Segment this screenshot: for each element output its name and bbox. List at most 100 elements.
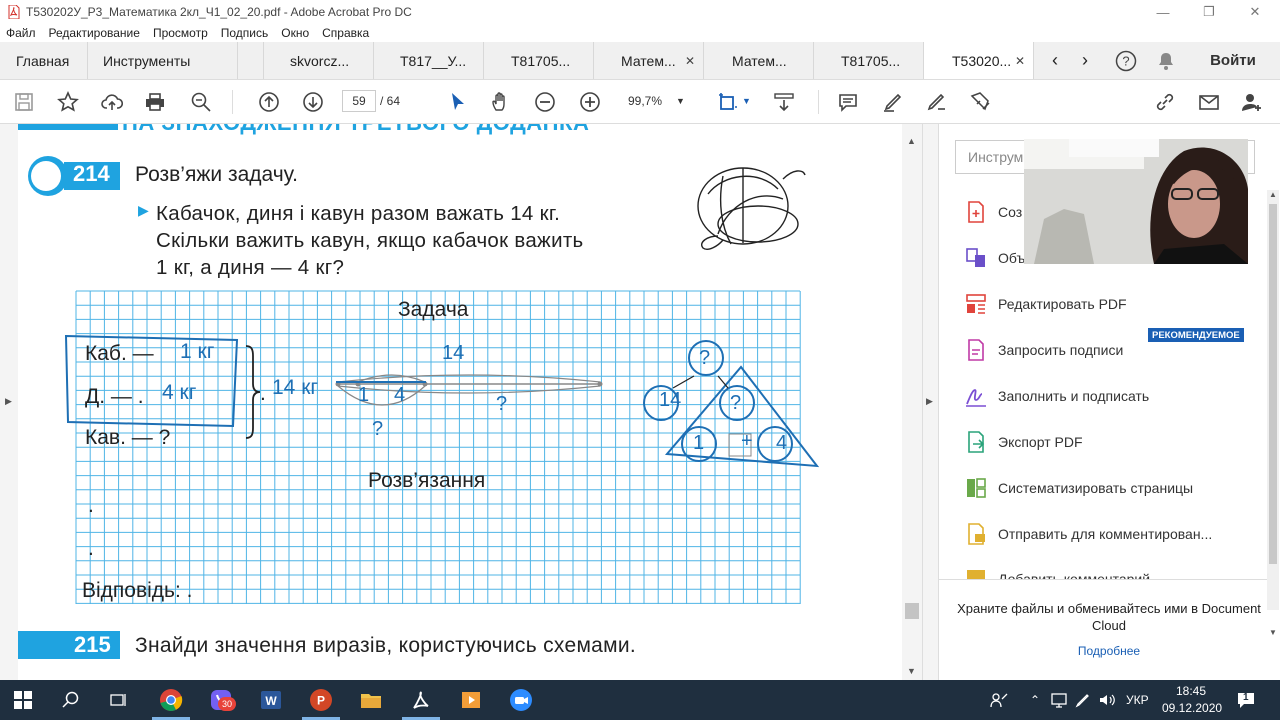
triangle-4: 4	[776, 432, 788, 454]
task-view-icon[interactable]	[104, 685, 134, 715]
menu-window[interactable]: Окно	[281, 26, 309, 40]
windows-start-icon[interactable]	[8, 685, 38, 715]
tab-scroll: ‹ ›	[1034, 42, 1106, 79]
tool-edit-pdf[interactable]: Редактировать PDF	[964, 291, 1127, 317]
tool-organize-pages[interactable]: Систематизировать страницы	[964, 475, 1193, 501]
file-explorer-icon[interactable]	[356, 685, 386, 715]
minimize-button[interactable]: —	[1140, 0, 1186, 24]
hand-icon[interactable]	[487, 88, 515, 116]
solution-line-1: .	[88, 494, 94, 517]
scroll-down-icon[interactable]: ▼	[907, 666, 916, 676]
panel-scrollbar-thumb[interactable]	[1269, 204, 1277, 564]
close-tab-icon[interactable]: ✕	[1015, 54, 1025, 68]
mail-icon[interactable]	[1195, 88, 1223, 116]
zoom-search-icon[interactable]	[187, 88, 215, 116]
tool-combine[interactable]: Объ	[964, 245, 1025, 271]
draw-icon[interactable]	[922, 88, 950, 116]
menu-edit[interactable]: Редактирование	[49, 26, 140, 40]
segment-4: 4	[394, 384, 406, 406]
zoom-in-icon[interactable]	[576, 88, 604, 116]
print-icon[interactable]	[141, 88, 169, 116]
panel-scroll-up-icon[interactable]: ▲	[1269, 190, 1277, 199]
tab-doc-1[interactable]: skvorcz...	[264, 42, 374, 79]
fit-dropdown-icon[interactable]: ▼	[742, 96, 751, 106]
menu-file[interactable]: Файл	[6, 26, 36, 40]
panel-scrollbar[interactable]: ▲ ▼	[1267, 190, 1279, 637]
panel-divider	[939, 579, 1267, 580]
combine-icon	[966, 248, 985, 267]
zoom-out-icon[interactable]	[531, 88, 559, 116]
expand-left-icon[interactable]: ▶	[5, 396, 12, 407]
upload-cloud-icon[interactable]	[98, 88, 126, 116]
clock-date[interactable]: 09.12.2020	[1162, 701, 1222, 715]
fit-page-icon[interactable]	[714, 88, 742, 116]
add-user-icon[interactable]	[1238, 88, 1266, 116]
word-icon[interactable]: W	[256, 685, 286, 715]
fill-sign-tool-icon[interactable]	[966, 88, 994, 116]
close-tab-icon[interactable]: ✕	[685, 54, 695, 68]
menu-sign[interactable]: Подпись	[221, 26, 269, 40]
page-up-icon[interactable]	[255, 88, 283, 116]
select-cursor-icon[interactable]	[443, 88, 471, 116]
chevron-right-icon[interactable]: ›	[1082, 50, 1088, 71]
restore-button[interactable]: ❐	[1186, 0, 1232, 24]
close-window-button[interactable]: ✕	[1232, 0, 1278, 24]
clock-time[interactable]: 18:45	[1176, 684, 1206, 698]
scroll-mode-icon[interactable]	[770, 88, 798, 116]
tab-doc-6[interactable]: T81705...	[814, 42, 924, 79]
tab-doc-7[interactable]: T53020... ✕	[924, 42, 1034, 79]
task-number-214: 214	[73, 161, 110, 186]
left-collapse-bar[interactable]: ▶	[0, 124, 18, 680]
tab-doc-2[interactable]: T817__У...	[374, 42, 484, 79]
toolbar-divider	[818, 90, 819, 114]
right-collapse-bar[interactable]: ▶	[922, 124, 938, 680]
vertical-scrollbar[interactable]: ▲ ▼	[902, 124, 922, 680]
zoom-select[interactable]: 99,7% ▼	[618, 90, 694, 112]
powerpoint-icon[interactable]: P	[306, 685, 336, 715]
tool-request-signatures[interactable]: Запросить подписи	[964, 337, 1123, 363]
menu-view[interactable]: Просмотр	[153, 26, 208, 40]
tab-home[interactable]: Главная	[0, 42, 88, 79]
learn-more-link[interactable]: Подробнее	[951, 644, 1267, 658]
acrobat-taskbar-icon[interactable]	[406, 685, 436, 715]
bullet-icon: ▶	[138, 202, 149, 218]
cloud-promo-text: Храните файлы и обменивайтесь ими в Docu…	[957, 601, 1261, 633]
segment-q1: ?	[372, 418, 384, 440]
bell-icon[interactable]	[1146, 42, 1186, 79]
tab-doc-5[interactable]: Матем...	[704, 42, 814, 79]
tool-export-pdf[interactable]: Экспорт PDF	[964, 429, 1083, 455]
pdf-page: НА ЗНАХОДЖЕННЯ ТРЕТЬОГО ДОДАНКА 214 Розв…	[18, 124, 902, 680]
link-icon[interactable]	[1151, 88, 1179, 116]
page-header: НА ЗНАХОДЖЕННЯ ТРЕТЬОГО ДОДАНКА	[122, 124, 589, 134]
tool-send-for-comments[interactable]: Отправить для комментирован...	[964, 521, 1212, 547]
save-icon[interactable]	[10, 88, 38, 116]
chrome-icon[interactable]	[156, 685, 186, 715]
panel-scroll-down-icon[interactable]: ▼	[1269, 628, 1277, 637]
tool-add-comment[interactable]: Добавить комментарий	[964, 566, 1150, 579]
search-icon[interactable]	[56, 685, 86, 715]
expand-right-icon[interactable]: ▶	[926, 396, 933, 407]
comment-icon[interactable]	[834, 88, 862, 116]
language-indicator[interactable]: УКР	[1126, 693, 1149, 707]
tab-doc-4[interactable]: Матем... ✕	[594, 42, 704, 79]
volume-icon[interactable]	[1092, 685, 1122, 715]
scroll-up-icon[interactable]: ▲	[907, 136, 916, 146]
menu-help[interactable]: Справка	[322, 26, 369, 40]
scrollbar-thumb[interactable]	[905, 603, 919, 619]
media-player-icon[interactable]	[456, 685, 486, 715]
tool-fill-sign[interactable]: Заполнить и подписать	[964, 383, 1149, 409]
star-icon[interactable]	[54, 88, 82, 116]
signin-button[interactable]: Войти	[1186, 42, 1280, 79]
highlight-pen-icon[interactable]	[879, 88, 907, 116]
triangle-q: ?	[730, 392, 742, 414]
page-number-input[interactable]: 59	[342, 90, 376, 112]
chevron-left-icon[interactable]: ‹	[1052, 50, 1058, 71]
zoom-app-icon[interactable]	[506, 685, 536, 715]
help-icon[interactable]: ?	[1106, 42, 1146, 79]
people-icon[interactable]	[984, 685, 1014, 715]
tool-add-comment-clip: Добавить комментарий	[952, 566, 1252, 579]
page-down-icon[interactable]	[299, 88, 327, 116]
tab-doc-3[interactable]: T81705...	[484, 42, 594, 79]
tab-tools[interactable]: Инструменты	[88, 42, 238, 79]
tool-create-pdf[interactable]: Соз	[964, 199, 1022, 225]
